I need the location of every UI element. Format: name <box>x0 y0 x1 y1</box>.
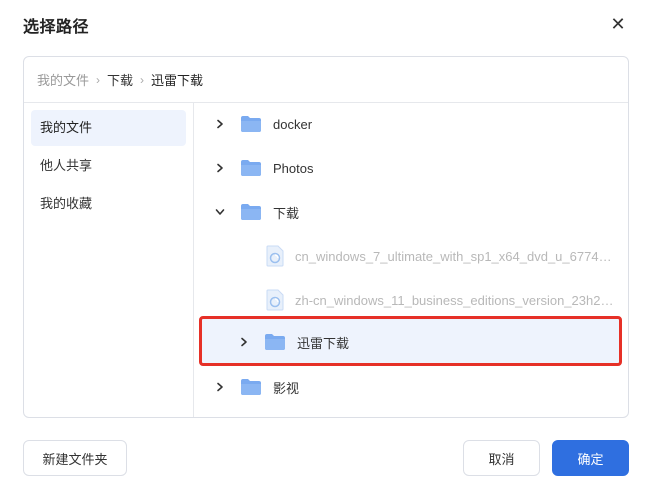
dialog-title: 选择路径 <box>23 19 90 36</box>
folder-icon <box>240 115 262 133</box>
breadcrumb: 我的文件 › 下载 › 迅雷下载 <box>24 57 628 103</box>
file-icon <box>266 289 284 311</box>
tree-row-download[interactable]: 下载 <box>194 192 628 232</box>
folder-tree: docker Photos 下载 cn_windows_7_ultimate_w… <box>194 102 628 417</box>
chevron-right-icon[interactable] <box>236 334 252 350</box>
breadcrumb-item-current: 迅雷下载 <box>151 73 204 88</box>
breadcrumb-item-my-files[interactable]: 我的文件 <box>37 70 89 89</box>
confirm-button[interactable]: 确定 <box>552 440 629 476</box>
tree-row-file: zh-cn_windows_11_business_editions_versi… <box>194 280 616 320</box>
folder-icon <box>240 203 262 221</box>
tree-row-xunlei-download[interactable]: 迅雷下载 <box>194 322 628 362</box>
tree-row-label: 下载 <box>273 205 300 221</box>
sidebar-item-my-files[interactable]: 我的文件 <box>31 110 186 146</box>
sidebar-item-shared[interactable]: 他人共享 <box>31 148 186 184</box>
tree-row-label: docker <box>273 116 313 132</box>
folder-icon <box>264 333 286 351</box>
close-icon[interactable]: ✕ <box>608 14 628 34</box>
chevron-right-icon: › <box>140 72 145 87</box>
tree-row-video[interactable]: 影视 <box>194 367 628 407</box>
cancel-button[interactable]: 取消 <box>463 440 540 476</box>
sidebar: 我的文件 他人共享 我的收藏 <box>24 102 194 417</box>
tree-row-docker[interactable]: docker <box>194 104 628 144</box>
sidebar-item-favorites[interactable]: 我的收藏 <box>31 186 186 222</box>
tree-row-label: 影视 <box>273 380 300 396</box>
chevron-right-icon[interactable] <box>212 116 228 132</box>
path-picker-panel: 我的文件 › 下载 › 迅雷下载 我的文件 他人共享 我的收藏 docker P… <box>23 56 629 418</box>
tree-row-file: cn_windows_7_ultimate_with_sp1_x64_dvd_u… <box>194 236 616 276</box>
breadcrumb-item-download[interactable]: 下载 <box>107 70 133 89</box>
tree-row-photos[interactable]: Photos <box>194 148 628 188</box>
folder-icon <box>240 159 262 177</box>
chevron-down-icon[interactable] <box>212 204 228 220</box>
chevron-right-icon: › <box>96 72 101 87</box>
tree-row-label: zh-cn_windows_11_business_editions_versi… <box>295 292 616 308</box>
select-path-dialog: 选择路径 ✕ 我的文件 › 下载 › 迅雷下载 我的文件 他人共享 我的收藏 d… <box>0 0 654 499</box>
folder-icon <box>240 378 262 396</box>
tree-row-label: cn_windows_7_ultimate_with_sp1_x64_dvd_u… <box>295 248 616 264</box>
chevron-right-icon[interactable] <box>212 379 228 395</box>
new-folder-button[interactable]: 新建文件夹 <box>23 440 127 476</box>
tree-row-label: 迅雷下载 <box>297 335 350 351</box>
tree-row-label: Photos <box>273 160 314 176</box>
file-icon <box>266 245 284 267</box>
chevron-right-icon[interactable] <box>212 160 228 176</box>
